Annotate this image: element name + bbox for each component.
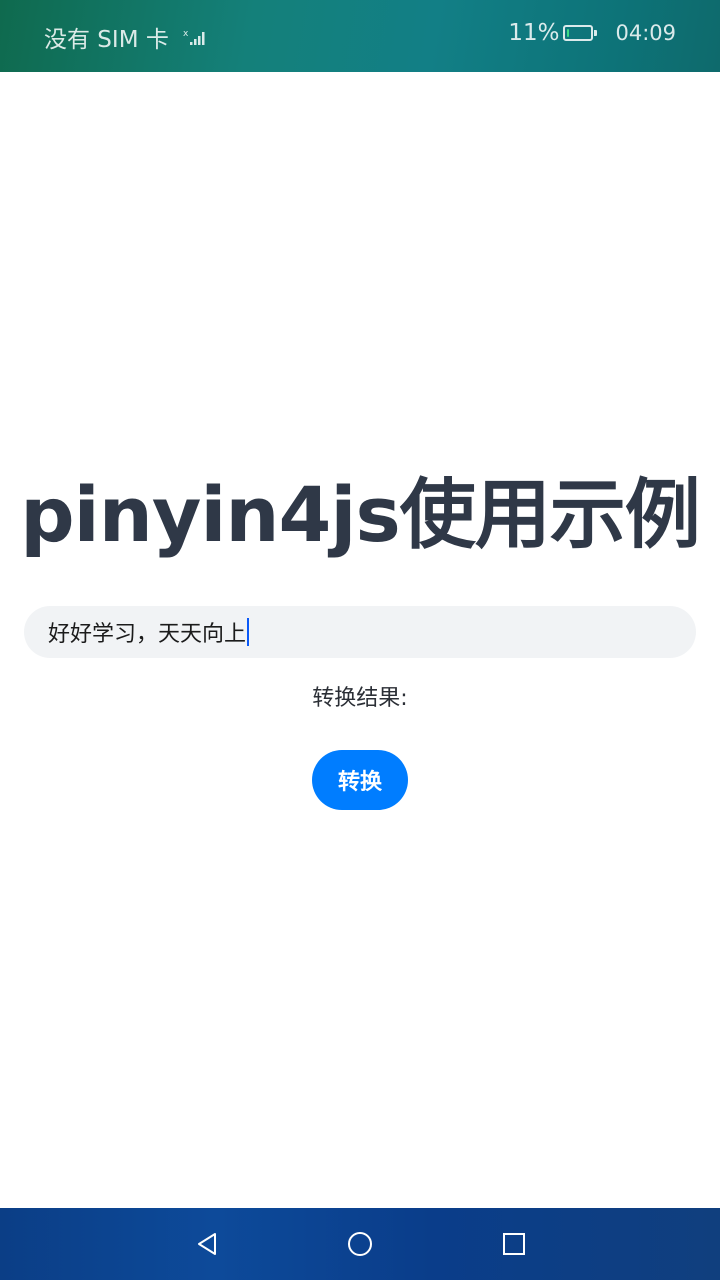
status-left: 没有 SIM 卡 x	[44, 20, 209, 54]
app-screen: 没有 SIM 卡 x 11% 04:09 pinyin4js使用示例 好好学习，…	[0, 0, 720, 1280]
signal-strength-icon: x	[183, 27, 209, 47]
navigation-bar	[0, 1208, 720, 1280]
status-right: 11% 04:09	[508, 20, 676, 46]
battery-icon	[563, 25, 598, 41]
clock: 04:09	[615, 21, 676, 45]
convert-button[interactable]: 转换	[312, 750, 408, 810]
chinese-text-input[interactable]: 好好学习，天天向上	[24, 606, 696, 658]
text-caret	[247, 618, 250, 646]
battery-percent: 11%	[508, 20, 560, 46]
svg-text:x: x	[183, 29, 189, 39]
home-circle-icon[interactable]	[346, 1230, 374, 1258]
back-triangle-icon[interactable]	[193, 1230, 221, 1258]
page-title: pinyin4js使用示例	[20, 470, 700, 559]
input-value: 好好学习，天天向上	[48, 622, 247, 647]
battery-fill	[567, 29, 570, 37]
battery-nub	[594, 30, 598, 36]
status-bar: 没有 SIM 卡 x 11% 04:09	[0, 0, 720, 72]
recents-square-icon[interactable]	[500, 1230, 528, 1258]
carrier-text: 没有 SIM 卡	[44, 27, 169, 53]
conversion-result-label: 转换结果:	[312, 686, 408, 711]
